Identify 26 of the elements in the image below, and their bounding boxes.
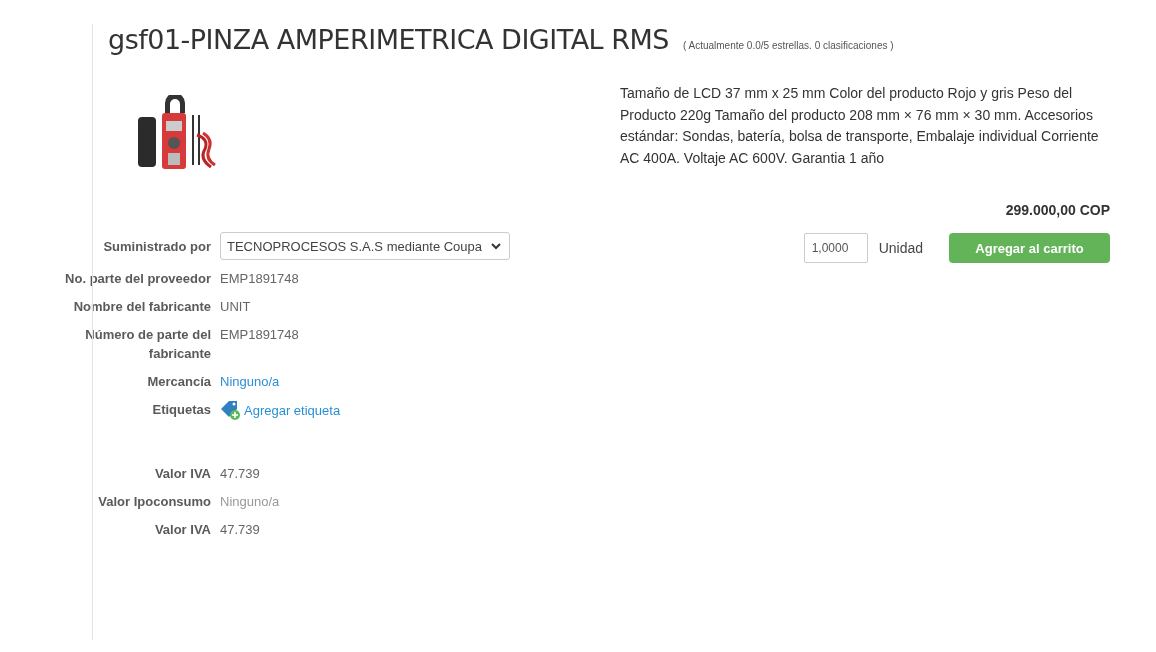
add-tag-link[interactable]: Agregar etiqueta: [244, 400, 341, 420]
field-label: Suministrado por: [102, 237, 211, 256]
field-label: Valor Ipoconsumo: [97, 493, 211, 511]
field-value: 47.739: [220, 521, 261, 539]
field-value: EMP1891748: [220, 326, 300, 344]
chevron-down-icon: [491, 242, 501, 250]
field-label: Nombre del fabricante: [72, 298, 211, 316]
rating-note: ( Actualmente 0.0/5 estrellas. 0 clasificaciones ): [682, 40, 894, 51]
quantity-field[interactable]: 1,0000: [803, 233, 868, 263]
field-value: 47.739: [220, 465, 261, 483]
tag-add-icon: [220, 400, 242, 420]
add-to-cart-button[interactable]: Agregar al carrito: [949, 233, 1110, 263]
commodity-link[interactable]: Ninguno/a: [220, 374, 280, 389]
product-description: Tamaño de LCD 37 mm x 25 mm Color del producto Rojo y gris Peso del Producto 220g Tamaño del producto 208 mm × 76 mm × 30 mm. Accesorios estándar: Sondas, batería, bolsa de transporte, Embalaje individual Corriente AC 400A. Voltaje AC 600V. Garantia 1 año: [620, 84, 1100, 168]
field-label: Etiquetas: [151, 401, 211, 419]
price: 299.000,00 COP: [1005, 202, 1110, 218]
field-label: No. parte del proveedor: [64, 270, 211, 288]
product-title: gsf01-PINZA AMPERIMETRICA DIGITAL RMS: [108, 24, 669, 55]
unit-label: Unidad: [878, 240, 923, 256]
field-label: Valor IVA: [153, 521, 211, 539]
supplier-select[interactable]: TECNOPROCESOS S.A.S mediante Coupa: [220, 232, 510, 260]
field-label: Valor IVA: [153, 465, 211, 483]
field-value: EMP1891748: [220, 270, 300, 288]
field-label: Mercancía: [146, 373, 211, 391]
field-value: Ninguno/a: [220, 493, 281, 511]
field-value: UNIT: [220, 298, 252, 316]
